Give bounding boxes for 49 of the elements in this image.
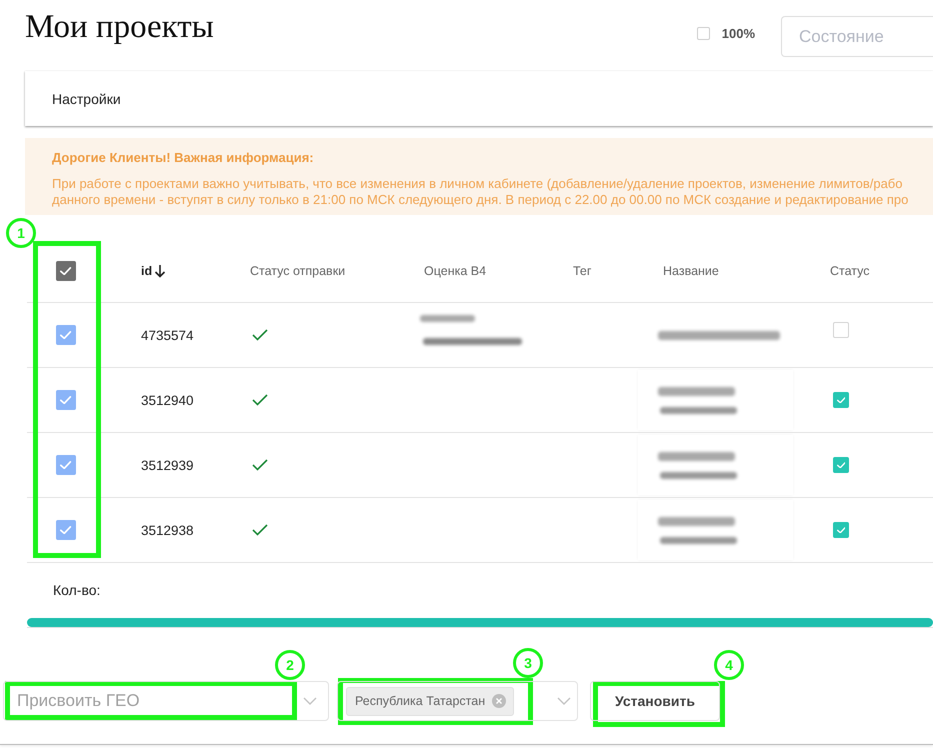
status-checkbox[interactable] <box>833 522 849 538</box>
status-checkbox[interactable] <box>833 322 849 338</box>
row-checkbox[interactable] <box>56 455 76 475</box>
region-tag[interactable]: Республика Татарстан <box>346 686 514 716</box>
id-cell: 4735574 <box>141 328 194 342</box>
status-checkbox[interactable] <box>833 392 849 408</box>
column-header[interactable]: id <box>141 264 166 278</box>
row-checkbox[interactable] <box>56 390 76 410</box>
sort-down-icon[interactable] <box>154 264 166 278</box>
check-icon <box>60 396 72 404</box>
id-cell: 3512940 <box>141 392 194 408</box>
check-icon <box>836 462 846 468</box>
checkbox[interactable] <box>696 27 710 40</box>
column-header[interactable]: Оценка В4 <box>424 264 486 278</box>
status-checkbox[interactable] <box>833 457 849 473</box>
panel-title[interactable]: Настройки <box>52 90 121 106</box>
chevron-down-icon[interactable] <box>303 697 317 705</box>
column-header[interactable]: Название <box>663 264 719 278</box>
count-label: Кол-во: <box>53 582 100 599</box>
page-title: Мои проекты <box>25 9 214 45</box>
callout-badge: 4 <box>714 650 744 680</box>
id-cell: 3512938 <box>141 522 194 538</box>
callout-badge: 1 <box>6 218 36 248</box>
row-checkbox[interactable] <box>56 520 76 540</box>
column-header[interactable]: Статус <box>830 264 870 278</box>
id-cell: 3512939 <box>141 458 194 472</box>
notice-title: Дорогие Клиенты! Важная информация: <box>52 150 315 166</box>
state-select[interactable]: Состояние <box>781 16 933 57</box>
notice-text: При работе с проектами важно учитывать, что все изменения в личном кабинете (добавление/удаление проектов, изменение лимитов/рабо данного времени - вступят в силу только в 21:00 по МСК следующего дня. В период с 22.00 до 00.00 по МСК создание и редактирование про <box>52 176 908 208</box>
check-icon <box>836 396 846 404</box>
check-icon <box>60 460 72 470</box>
geo-select[interactable]: Присвоить ГЕО <box>3 681 329 721</box>
check-icon <box>60 330 72 340</box>
apply-button[interactable]: Установить <box>590 681 720 721</box>
remove-icon[interactable] <box>492 694 506 708</box>
check-icon <box>836 526 846 534</box>
check-icon <box>60 526 72 534</box>
column-header[interactable]: Статус отправки <box>250 264 346 278</box>
select-all-checkbox[interactable] <box>56 261 76 281</box>
callout-badge: 3 <box>513 648 543 678</box>
scrollbar-thumb[interactable] <box>27 618 933 627</box>
checkbox-label[interactable]: 100% <box>722 26 755 41</box>
region-select[interactable]: Республика Татарстан <box>337 681 578 721</box>
row-checkbox[interactable] <box>56 325 76 345</box>
chevron-down-icon[interactable] <box>557 697 571 705</box>
select-input[interactable]: Присвоить ГЕО <box>17 691 303 711</box>
check-icon <box>60 266 72 276</box>
callout-badge: 2 <box>275 650 305 680</box>
column-header[interactable]: Тег <box>573 264 592 278</box>
